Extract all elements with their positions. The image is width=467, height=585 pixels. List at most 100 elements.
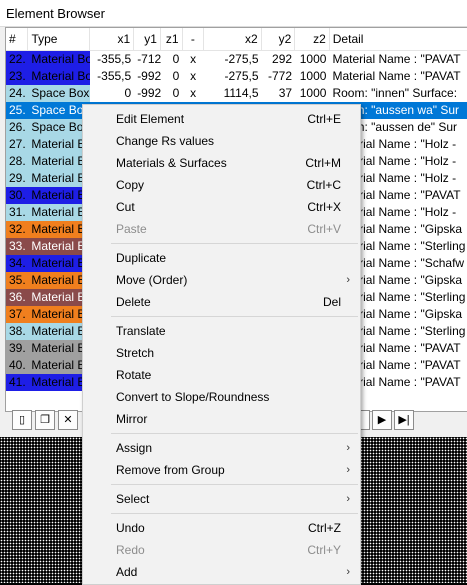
cell-z2: 1000	[299, 69, 327, 83]
cell-sep: x	[190, 69, 197, 83]
cell-x2: -275,5	[224, 69, 259, 83]
cell-num: 27.	[6, 136, 29, 153]
table-row[interactable]: 23.Material Box -355,5 -992 0x -275,5 -772 100…	[6, 68, 467, 85]
menu-item-label: Cut	[116, 200, 135, 214]
menu-item-label: Undo	[116, 521, 145, 535]
menu-item-stretch[interactable]: Stretch	[83, 342, 360, 364]
menu-item-shortcut: Ctrl+C	[306, 178, 341, 192]
column-header-z1[interactable]: z1	[161, 28, 183, 50]
menu-item-label: Materials & Surfaces	[116, 156, 227, 170]
menu-item-shortcut: Del	[322, 295, 341, 309]
cell-sep: x	[190, 52, 197, 66]
menu-item-label: Mirror	[116, 412, 148, 426]
menu-item-convert-to-slope-roundness[interactable]: Convert to Slope/Roundness	[83, 386, 360, 408]
nav-last-icon[interactable]: ▶|	[394, 410, 414, 430]
menu-item-label: Select	[116, 492, 150, 506]
table-header: # Type x1 y1 z1 - x2 y2 z2 Detail	[6, 28, 467, 51]
cell-num: 34.	[6, 255, 29, 272]
column-header-z2[interactable]: z2	[295, 28, 330, 50]
cell-y1: -712	[137, 52, 161, 66]
menu-item-copy[interactable]: Copy Ctrl+C	[83, 174, 360, 196]
cell-num: 37.	[6, 306, 29, 323]
menu-item-label: Remove from Group	[116, 463, 225, 477]
cell-num: 40.	[6, 357, 29, 374]
menu-item-label: Add	[116, 565, 138, 579]
menu-item-add[interactable]: Add ›	[83, 561, 360, 583]
cell-x1: 0	[124, 86, 132, 100]
menu-item-select[interactable]: Select ›	[83, 488, 360, 510]
cell-num: 41.	[6, 374, 29, 391]
column-header-y2[interactable]: y2	[262, 28, 296, 50]
menu-item-label: Paste	[116, 222, 147, 236]
cell-num: 25.	[9, 103, 26, 117]
cell-num: 38.	[6, 323, 29, 340]
cell-z2: 1000	[299, 86, 327, 100]
nav-next-icon[interactable]: ▶	[372, 410, 392, 430]
cell-y2: 37	[278, 86, 293, 100]
cell-z1: 0	[172, 69, 180, 83]
menu-item-edit-element[interactable]: Edit Element Ctrl+E	[83, 108, 360, 130]
cell-detail: Material Name : "PAVAT	[332, 69, 461, 83]
table-row[interactable]: 22.Material Box -355,5 -712 0x -275,5 292 1000…	[6, 51, 467, 68]
copy-element-icon[interactable]: ❐	[35, 410, 55, 430]
table-row[interactable]: 24. Space Box 0 -992 0 x 1114,5 37 1000 Room: "in…	[6, 85, 467, 102]
cell-num: 22.	[6, 51, 29, 68]
cell-num: 24.	[6, 85, 29, 102]
menu-separator	[111, 484, 358, 485]
menu-item-change-rs-values[interactable]: Change Rs values	[83, 130, 360, 152]
menu-item-duplicate[interactable]: Duplicate	[83, 247, 360, 269]
cell-x2: 1114,5	[223, 86, 259, 100]
menu-item-label: Move (Order)	[116, 273, 188, 287]
cell-sep: x	[190, 86, 197, 100]
menu-item-label: Translate	[116, 324, 166, 338]
cell-num: 35.	[6, 272, 29, 289]
menu-item-mirror[interactable]: Mirror	[83, 408, 360, 430]
menu-item-assign[interactable]: Assign ›	[83, 437, 360, 459]
menu-item-label: Edit Element	[116, 112, 185, 126]
menu-item-label: Convert to Slope/Roundness	[116, 390, 270, 404]
cell-z1: 0	[172, 86, 180, 100]
menu-item-delete[interactable]: Delete Del	[83, 291, 360, 313]
menu-item-remove-from-group[interactable]: Remove from Group ›	[83, 459, 360, 481]
cell-num: 39.	[6, 340, 29, 357]
menu-item-rotate[interactable]: Rotate	[83, 364, 360, 386]
submenu-arrow-icon: ›	[346, 464, 350, 476]
menu-item-label: Rotate	[116, 368, 152, 382]
menu-item-shortcut: Ctrl+X	[307, 200, 341, 214]
cell-z2: 1000	[299, 52, 327, 66]
cell-x1: -355,5	[97, 52, 132, 66]
menu-item-shortcut: Ctrl+Y	[307, 543, 341, 557]
menu-item-cut[interactable]: Cut Ctrl+X	[83, 196, 360, 218]
menu-item-label: Change Rs values	[116, 134, 215, 148]
cell-num: 28.	[6, 153, 29, 170]
cell-num: 29.	[6, 170, 29, 187]
menu-item-translate[interactable]: Translate	[83, 320, 360, 342]
new-element-icon[interactable]: ▯	[12, 410, 32, 430]
cell-detail: Material Name : "PAVAT	[332, 52, 461, 66]
menu-item-materials-surfaces[interactable]: Materials & Surfaces Ctrl+M	[83, 152, 360, 174]
delete-element-icon[interactable]: ✕	[58, 410, 78, 430]
submenu-arrow-icon: ›	[346, 274, 350, 286]
cell-type: Space Box	[28, 85, 91, 102]
cell-x1: -355,5	[97, 69, 132, 83]
menu-item-undo[interactable]: Undo Ctrl+Z	[83, 517, 360, 539]
cell-num: 31.	[6, 204, 29, 221]
cell-z1: 0	[172, 52, 180, 66]
column-header-sep[interactable]: -	[183, 28, 205, 50]
column-header-num[interactable]: #	[6, 28, 29, 50]
column-header-x1[interactable]: x1	[90, 28, 135, 50]
menu-separator	[111, 243, 358, 244]
submenu-arrow-icon: ›	[346, 493, 350, 505]
menu-item-paste: Paste Ctrl+V	[83, 218, 360, 240]
element-toolbar: ▯ ❐ ✕	[12, 410, 78, 432]
cell-num: 36.	[6, 289, 29, 306]
menu-item-label: Assign	[116, 441, 153, 455]
column-header-x2[interactable]: x2	[204, 28, 262, 50]
column-header-type[interactable]: Type	[28, 28, 91, 50]
menu-item-move-order[interactable]: Move (Order) ›	[83, 269, 360, 291]
column-header-detail[interactable]: Detail	[330, 28, 467, 50]
submenu-arrow-icon: ›	[346, 566, 350, 578]
column-header-y1[interactable]: y1	[134, 28, 161, 50]
window-title: Element Browser	[0, 0, 467, 27]
menu-item-redo: Redo Ctrl+Y	[83, 539, 360, 561]
